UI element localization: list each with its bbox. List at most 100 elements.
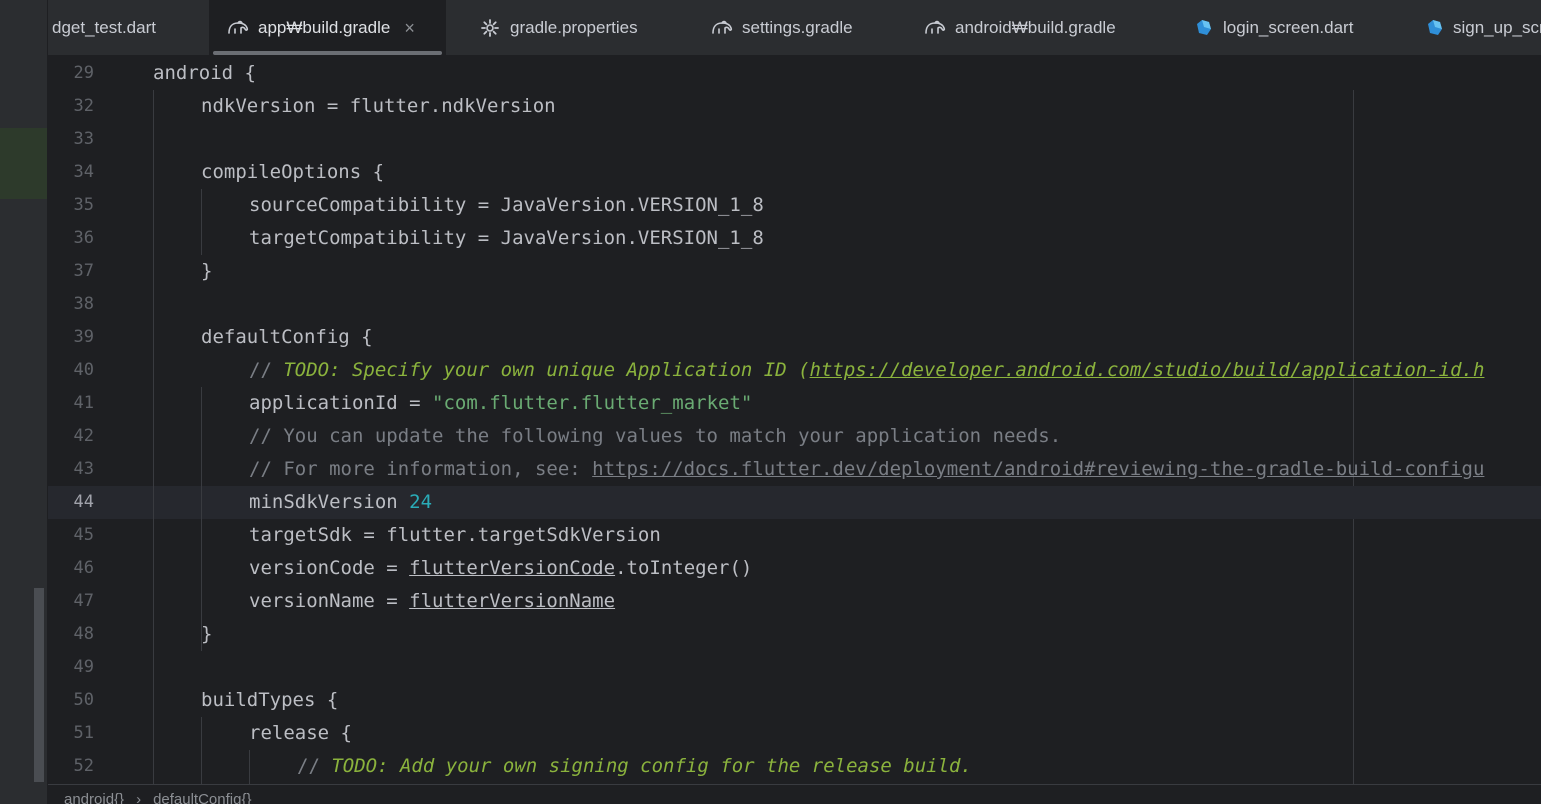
current-code-line[interactable]: 44 minSdkVersion 24: [48, 486, 1541, 519]
tab-label: sign_up_scre: [1453, 18, 1541, 37]
breadcrumb-item-defaultconfig[interactable]: defaultConfig{}: [153, 791, 251, 804]
code-token: minSdkVersion: [249, 491, 410, 513]
comment-link[interactable]: https://docs.flutter.dev/deployment/andr…: [592, 458, 1484, 480]
code-line[interactable]: 33: [48, 123, 1541, 156]
code-line[interactable]: 38: [48, 288, 1541, 321]
code-token: defaultConfig {: [201, 326, 373, 348]
code-token: applicationId =: [249, 392, 433, 414]
indent-guide: [201, 387, 202, 651]
tab-settings-gradle[interactable]: settings.gradle: [693, 0, 873, 55]
code-text: }: [201, 618, 212, 651]
line-number: 51: [73, 723, 94, 743]
code-line[interactable]: 29 android {: [48, 57, 1541, 90]
line-number: 42: [73, 426, 94, 446]
gear-icon: [479, 17, 501, 39]
code-text: versionName = flutterVersionName: [249, 585, 615, 618]
tab-dget-test-dart[interactable]: dget_test.dart: [48, 0, 208, 55]
todo-comment: TODO: Add your own signing config for th…: [331, 755, 972, 777]
tab-label: gradle.properties: [510, 18, 638, 37]
code-token: targetCompatibility = JavaVersion.VERSIO…: [249, 227, 764, 249]
code-line[interactable]: 32 ndkVersion = flutter.ndkVersion: [48, 90, 1541, 123]
code-text: compileOptions {: [201, 156, 384, 189]
breadcrumb: android{} › defaultConfig{}: [48, 784, 1541, 804]
code-token: }: [201, 260, 213, 282]
code-line[interactable]: 39 defaultConfig {: [48, 321, 1541, 354]
breadcrumb-item-android[interactable]: android{}: [64, 791, 124, 804]
code-line[interactable]: 52 // TODO: Add your own signing config f…: [48, 750, 1541, 783]
code-text: defaultConfig {: [201, 321, 373, 354]
tab-gradle-properties[interactable]: gradle.properties: [461, 0, 661, 55]
line-number: 38: [73, 294, 94, 314]
line-number: 35: [73, 195, 94, 215]
left-tool-strip: [0, 0, 48, 804]
code-line[interactable]: 37}: [48, 255, 1541, 288]
left-scrollbar[interactable]: [34, 588, 44, 782]
tab-label: login_screen.dart: [1223, 18, 1354, 37]
gradle-elephant-icon: [711, 17, 733, 39]
dart-icon: [1192, 17, 1214, 39]
tab-label: android₩build.gradle: [955, 18, 1116, 37]
code-text: targetCompatibility = JavaVersion.VERSIO…: [249, 222, 764, 255]
line-number: 36: [73, 228, 94, 248]
code-line[interactable]: 36 targetCompatibility = JavaVersion.VERS…: [48, 222, 1541, 255]
todo-comment: TODO: Specify your own unique Applicatio…: [283, 359, 810, 381]
code-text: applicationId = "com.flutter.flutter_mar…: [249, 387, 752, 420]
comment-token: //: [297, 755, 332, 777]
code-token: }: [201, 623, 213, 645]
code-line[interactable]: 45 targetSdk = flutter.targetSdkVersion: [48, 519, 1541, 552]
tab-app-build-gradle[interactable]: app₩build.gradle ×: [209, 0, 446, 55]
code-line[interactable]: 46 versionCode = flutterVersionCode.toInt…: [48, 552, 1541, 585]
tab-sign-up-scre[interactable]: sign_up_scre: [1406, 0, 1541, 55]
code-token: compileOptions {: [201, 161, 385, 183]
code-text: buildTypes {: [201, 684, 338, 717]
tab-android-build-gradle[interactable]: android₩build.gradle: [906, 0, 1146, 55]
indent-guide: [249, 750, 250, 784]
code-line[interactable]: 40 // TODO: Specify your own unique Appli…: [48, 354, 1541, 387]
line-number: 48: [73, 624, 94, 644]
code-editor[interactable]: 29 android {32 ndkVersion = flutter.ndkVer…: [48, 57, 1541, 784]
tab-label: settings.gradle: [742, 18, 853, 37]
property-reference: flutterVersionCode: [409, 557, 616, 579]
code-token: targetSdk = flutter.targetSdkVersion: [249, 524, 661, 546]
code-token: versionName =: [249, 590, 410, 612]
line-number: 49: [73, 657, 94, 677]
string-literal: "com.flutter.flutter_market": [432, 392, 753, 414]
code-text: // TODO: Add your own signing config for…: [297, 750, 972, 783]
code-token: .toInteger(): [615, 557, 753, 579]
dart-icon: [1424, 17, 1444, 39]
code-line[interactable]: 41 applicationId = "com.flutter.flutter_m…: [48, 387, 1541, 420]
code-line[interactable]: 43 // For more information, see: https://…: [48, 453, 1541, 486]
close-icon[interactable]: ×: [404, 18, 415, 39]
line-number: 45: [73, 525, 94, 545]
code-text: // TODO: Specify your own unique Applica…: [249, 354, 1484, 387]
number-literal: 24: [409, 491, 433, 513]
tab-login-screen-dart[interactable]: login_screen.dart: [1174, 0, 1374, 55]
code-line[interactable]: 42 // You can update the following values…: [48, 420, 1541, 453]
code-text: versionCode = flutterVersionCode.toInteg…: [249, 552, 752, 585]
breadcrumb-separator: ›: [136, 791, 142, 804]
code-line[interactable]: 34 compileOptions {: [48, 156, 1541, 189]
change-marker: [0, 128, 47, 199]
indent-guide: [201, 717, 202, 784]
code-line[interactable]: 49: [48, 651, 1541, 684]
code-token: release {: [249, 722, 352, 744]
indent-guide: [153, 90, 154, 784]
code-line[interactable]: 50 buildTypes {: [48, 684, 1541, 717]
line-number: 37: [73, 261, 94, 281]
code-token: versionCode =: [249, 557, 410, 579]
line-number: 29: [73, 63, 94, 83]
editor-tab-bar: dget_test.dart app₩build.gradle × gradle.pr…: [48, 0, 1541, 56]
code-text: android {: [153, 57, 256, 90]
code-text: // You can update the following values t…: [249, 420, 1061, 453]
code-token: buildTypes {: [201, 689, 339, 711]
code-token: ndkVersion = flutter.ndkVersion: [201, 95, 556, 117]
code-line[interactable]: 47 versionName = flutterVersionName: [48, 585, 1541, 618]
code-line[interactable]: 48}: [48, 618, 1541, 651]
tab-label: dget_test.dart: [52, 18, 156, 37]
code-line[interactable]: 51 release {: [48, 717, 1541, 750]
tab-label: app₩build.gradle: [258, 18, 391, 37]
code-line[interactable]: 35 sourceCompatibility = JavaVersion.VERS…: [48, 189, 1541, 222]
code-text: ndkVersion = flutter.ndkVersion: [201, 90, 556, 123]
line-number: 46: [73, 558, 94, 578]
comment-link[interactable]: https://developer.android.com/studio/bui…: [810, 359, 1485, 381]
